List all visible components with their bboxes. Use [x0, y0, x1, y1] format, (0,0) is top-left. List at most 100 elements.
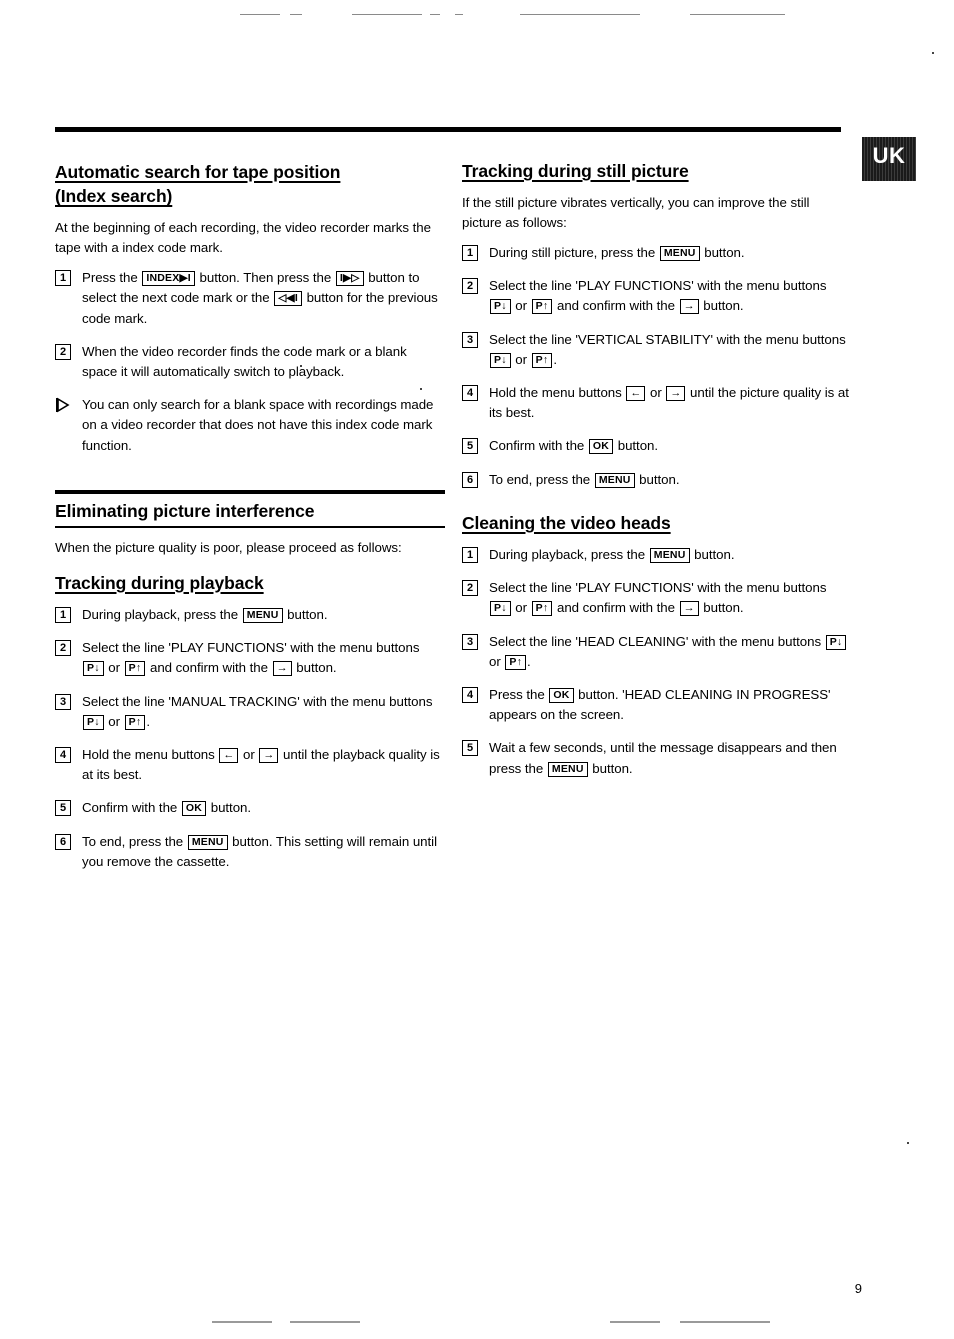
section-title-tracking-still-picture: Tracking during still picture — [462, 161, 689, 181]
remote-key-p: P↑ — [531, 299, 553, 315]
step-text: Press the OK button. 'HEAD CLEANING IN P… — [489, 686, 831, 723]
step-text: When the video recorder finds the code m… — [82, 343, 407, 379]
remote-key-: → — [259, 747, 279, 763]
step-number: 1 — [462, 546, 478, 563]
step-number: 1 — [55, 270, 71, 287]
remote-key-p: P↓ — [83, 661, 104, 677]
section-title-eliminating-interference: Eliminating picture interference — [55, 500, 315, 521]
remote-key-: → — [679, 601, 699, 617]
instruction-step: 5 Wait a few seconds, until the message d… — [462, 738, 852, 778]
instruction-step: 1 During playback, press the MENU button. — [55, 605, 445, 625]
remote-key-menu: MENU — [649, 547, 690, 563]
section-title-tracking-playback: Tracking during playback — [55, 572, 264, 593]
remote-key-i: I▶▷ — [335, 271, 364, 287]
remote-key-: → — [272, 661, 292, 677]
instruction-step: 1 During playback, press the MENU button. — [462, 545, 852, 565]
remote-key-menu: MENU — [659, 245, 700, 261]
instruction-step: 2 Select the line 'PLAY FUNCTIONS' with t… — [462, 276, 852, 316]
remote-key-ok: OK — [549, 687, 574, 703]
step-number: 5 — [462, 438, 478, 455]
step-text: Confirm with the OK button. — [489, 438, 659, 455]
step-text: Select the line 'MANUAL TRACKING' with t… — [82, 693, 433, 730]
remote-key-p: P↑ — [124, 714, 146, 730]
step-text: Wait a few seconds, until the message di… — [489, 740, 837, 777]
step-number: 1 — [462, 244, 478, 261]
step-number: 2 — [55, 343, 71, 360]
remote-key-p: P↑ — [531, 352, 553, 368]
remote-key-: → — [666, 385, 686, 401]
step-text: During playback, press the MENU button. — [489, 546, 735, 563]
speck — [932, 52, 934, 54]
index-search-intro: At the beginning of each recording, the … — [55, 220, 431, 256]
step-number: 2 — [462, 278, 478, 295]
step-text: Hold the menu buttons ← or → until the p… — [489, 384, 849, 421]
remote-key-: ← — [219, 747, 239, 763]
step-number: 5 — [55, 800, 71, 817]
step-number: 6 — [462, 471, 478, 488]
step-text: Select the line 'PLAY FUNCTIONS' with th… — [489, 278, 827, 315]
tracking-playback-steps: 1 During playback, press the MENU button.… — [55, 605, 445, 872]
step-number: 3 — [55, 693, 71, 710]
left-column: Automatic search for tape position (Inde… — [55, 160, 445, 872]
scan-artifact-top — [0, 12, 954, 17]
divider-rule-thin — [55, 525, 445, 528]
remote-key-index-i: INDEX▶I — [142, 271, 195, 287]
cleaning-heads-steps: 1 During playback, press the MENU button.… — [462, 545, 852, 779]
scan-artifact-bottom — [0, 1319, 954, 1325]
section-title-cleaning-video-heads: Cleaning the video heads — [462, 512, 671, 533]
step-text: You can only search for a blank space wi… — [82, 397, 434, 453]
remote-key-menu: MENU — [594, 472, 635, 488]
divider-rule — [55, 489, 445, 494]
remote-key-: ← — [626, 385, 646, 401]
step-number: 3 — [462, 633, 478, 650]
remote-key-menu: MENU — [187, 834, 228, 850]
step-number: 4 — [55, 746, 71, 763]
remote-key-menu: MENU — [242, 607, 283, 623]
remote-key-ok: OK — [181, 801, 207, 817]
instruction-step: 3 Select the line 'MANUAL TRACKING' with … — [55, 692, 445, 732]
step-text: To end, press the MENU button. This sett… — [82, 833, 437, 869]
remote-key-p: P↓ — [490, 352, 511, 368]
remote-key-p: P↓ — [825, 634, 847, 650]
speck — [907, 1142, 909, 1144]
remote-key-p: P↓ — [490, 601, 511, 617]
step-text: Select the line 'PLAY FUNCTIONS' with th… — [82, 640, 420, 677]
instruction-step: 3 Select the line 'HEAD CLEANING' with th… — [462, 632, 852, 672]
remote-key-p: P↑ — [124, 661, 146, 677]
remote-key-p: P↓ — [490, 299, 511, 315]
eliminating-interference-intro: When the picture quality is poor, please… — [55, 539, 402, 555]
instruction-step: 6 To end, press the MENU button. — [462, 470, 852, 490]
step-number: 5 — [462, 740, 478, 757]
instruction-step: 5 Confirm with the OK button. — [55, 798, 445, 818]
step-text: To end, press the MENU button. — [489, 471, 680, 488]
step-number: 1 — [55, 606, 71, 623]
step-text: Press the INDEX▶I button. Then press the… — [82, 270, 438, 326]
header-rule — [55, 127, 841, 132]
step-number: 2 — [462, 580, 478, 597]
instruction-step: 2 Select the line 'PLAY FUNCTIONS' with t… — [55, 638, 445, 678]
index-search-steps: 1 Press the INDEX▶I button. Then press th… — [55, 268, 445, 456]
instruction-step: 4 Hold the menu buttons ← or → until the … — [462, 383, 852, 423]
instruction-step: 6 To end, press the MENU button. This set… — [55, 832, 445, 872]
instruction-step: 2 When the video recorder finds the code … — [55, 342, 445, 382]
note-triangle-icon — [55, 397, 73, 413]
remote-key-ok: OK — [588, 439, 614, 455]
step-number: 6 — [55, 833, 71, 850]
step-text: Confirm with the OK button. — [82, 800, 252, 817]
remote-key-p: P↓ — [83, 714, 104, 730]
document-page: UK Automatic search for tape position (I… — [0, 0, 954, 1339]
step-number: 4 — [462, 384, 478, 401]
step-text: Select the line 'PLAY FUNCTIONS' with th… — [489, 580, 827, 617]
remote-key-: → — [679, 299, 699, 315]
tracking-still-intro: If the still picture vibrates vertically… — [462, 195, 810, 231]
instruction-step: 5 Confirm with the OK button. — [462, 436, 852, 456]
page-number: 9 — [854, 1281, 862, 1296]
step-text: Select the line 'VERTICAL STABILITY' wit… — [489, 331, 846, 368]
locale-tab-uk: UK — [862, 137, 916, 181]
section-title-index-search: Automatic search for tape position (Inde… — [55, 162, 341, 207]
remote-key-p: P↑ — [505, 654, 527, 670]
remote-key-i: ◁◀I — [274, 291, 302, 307]
instruction-step: 4 Press the OK button. 'HEAD CLEANING IN … — [462, 685, 852, 725]
step-text: Hold the menu buttons ← or → until the p… — [82, 746, 440, 783]
step-number: 2 — [55, 640, 71, 657]
